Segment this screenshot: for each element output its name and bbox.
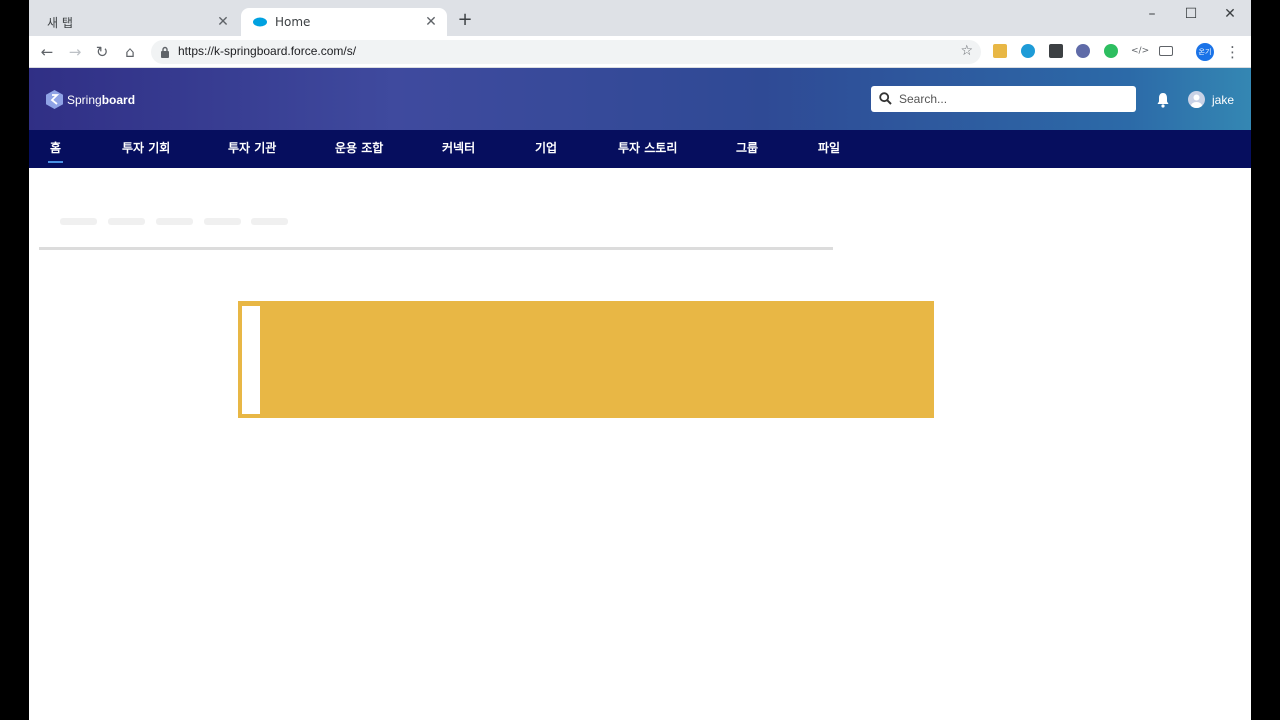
- window-close-button[interactable]: ✕: [1219, 4, 1241, 24]
- nav-item-home[interactable]: 홈: [47, 130, 64, 168]
- bell-icon[interactable]: [1155, 92, 1171, 108]
- nav-item-opportunities[interactable]: 투자 기회: [122, 130, 170, 168]
- extension-icon[interactable]: [993, 44, 1007, 58]
- code-icon[interactable]: </>: [1131, 44, 1149, 58]
- browser-window: 새 탭 ✕ Home ✕ + – ☐ ✕ ← → ↻ ⌂ https://k-s…: [29, 0, 1251, 720]
- user-menu[interactable]: jake: [1188, 91, 1234, 108]
- springboard-logo[interactable]: Spring board: [46, 90, 135, 109]
- banner-placeholder: [238, 301, 934, 418]
- tab-strip: 새 탭 ✕ Home ✕ + – ☐ ✕: [29, 0, 1251, 36]
- search-input[interactable]: [899, 89, 1124, 109]
- loading-placeholder: [204, 218, 241, 225]
- nav-item-connectors[interactable]: 커넥터: [442, 130, 475, 168]
- loading-placeholder: [108, 218, 145, 225]
- banner-accent-bar: [242, 306, 260, 414]
- nav-item-investors[interactable]: 투자 기관: [228, 130, 276, 168]
- nav-item-funds[interactable]: 운용 조합: [335, 130, 383, 168]
- extension-icon[interactable]: [1021, 44, 1035, 58]
- menu-dots-icon[interactable]: ⋮: [1225, 43, 1240, 61]
- nav-item-files[interactable]: 파일: [818, 130, 840, 168]
- maximize-button[interactable]: ☐: [1180, 4, 1202, 24]
- back-arrow-icon[interactable]: ←: [37, 42, 57, 62]
- new-tab-button[interactable]: +: [457, 11, 473, 29]
- tab-home[interactable]: Home ✕: [241, 8, 447, 36]
- minimize-button[interactable]: –: [1141, 4, 1163, 24]
- site-header: Springboard jake: [29, 68, 1251, 130]
- address-bar[interactable]: https://k-springboard.force.com/s/ ☆: [151, 40, 981, 64]
- loading-placeholder: [156, 218, 193, 225]
- lock-icon: [161, 46, 169, 58]
- search-box[interactable]: [871, 86, 1136, 112]
- home-icon[interactable]: ⌂: [120, 42, 140, 62]
- content-divider: [39, 247, 833, 250]
- reload-icon[interactable]: ↻: [92, 42, 112, 62]
- close-icon[interactable]: ✕: [215, 14, 231, 30]
- cast-icon[interactable]: [1159, 46, 1173, 56]
- logo-text-prefix: Spring: [67, 92, 102, 107]
- evernote-icon[interactable]: [1104, 44, 1118, 58]
- logo-text-suffix: board: [101, 92, 136, 107]
- tab-title: Home: [275, 15, 311, 29]
- search-icon: [879, 92, 892, 105]
- salesforce-cloud-icon: [253, 17, 267, 27]
- nav-item-stories[interactable]: 투자 스토리: [618, 130, 677, 168]
- springboard-logo-icon: [46, 90, 63, 109]
- bookmark-star-icon[interactable]: ☆: [960, 43, 973, 59]
- loading-placeholder: [60, 218, 97, 225]
- loading-placeholder: [251, 218, 288, 225]
- profile-avatar[interactable]: 온기: [1196, 43, 1214, 61]
- nav-item-companies[interactable]: 기업: [535, 130, 557, 168]
- extension-icon[interactable]: [1049, 44, 1063, 58]
- close-icon[interactable]: ✕: [423, 14, 439, 30]
- nav-item-groups[interactable]: 그룹: [736, 130, 758, 168]
- tab-title: 새 탭: [47, 15, 73, 30]
- url-text: https://k-springboard.force.com/s/: [178, 44, 357, 58]
- user-avatar-icon: [1188, 91, 1205, 108]
- main-nav: 홈 투자 기회 투자 기관 운용 조합 커넥터 기업 투자 스토리 그룹 파일: [29, 130, 1251, 168]
- browser-toolbar: ← → ↻ ⌂ https://k-springboard.force.com/…: [29, 36, 1251, 68]
- forward-arrow-icon[interactable]: →: [65, 42, 85, 62]
- username: jake: [1212, 92, 1235, 107]
- tab-new-tab[interactable]: 새 탭 ✕: [29, 8, 239, 36]
- extension-icon[interactable]: [1076, 44, 1090, 58]
